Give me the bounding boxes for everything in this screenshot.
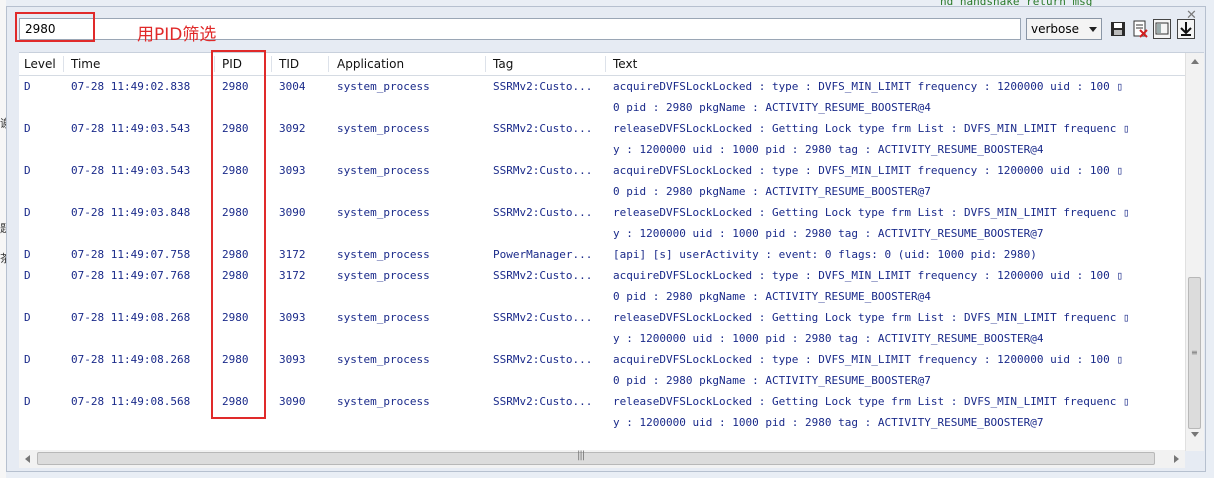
log-tid-cell: 3172 [279,269,306,282]
log-text-cell: acquireDVFSLockLocked : type : DVFS_MIN_… [613,353,1123,366]
log-level-cell: D [24,395,31,408]
log-tid-cell: 3172 [279,248,306,261]
log-text-cell: [api] [s] userActivity : event: 0 flags:… [613,248,1037,261]
log-level-select[interactable]: verbose [1026,18,1102,40]
log-text-cell: acquireDVFSLockLocked : type : DVFS_MIN_… [613,269,1123,282]
log-tag-cell: SSRMv2:Custo... [493,80,593,93]
horizontal-scroll-thumb[interactable] [37,452,1155,465]
log-application-cell: system_process [337,269,430,282]
log-text-cell: releaseDVFSLockLocked : Getting Lock typ… [613,206,1130,219]
log-tid-cell: 3093 [279,164,306,177]
clear-log-icon[interactable] [1131,19,1149,39]
log-tid-cell: 3090 [279,206,306,219]
log-application-cell: system_process [337,206,430,219]
scroll-down-icon[interactable] [1191,432,1199,437]
log-tag-cell: SSRMv2:Custo... [493,122,593,135]
log-level-cell: D [24,353,31,366]
column-header-tag[interactable]: Tag [493,57,513,71]
log-text-continuation: y : 1200000 uid : 1000 pid : 2980 tag : … [613,143,1044,156]
log-application-cell: system_process [337,248,430,261]
log-time-cell: 07-28 11:49:07.758 [71,248,191,261]
column-header-time[interactable]: Time [71,57,100,71]
scroll-lock-icon[interactable] [1177,19,1195,39]
vertical-scrollbar[interactable]: ≡ [1185,53,1204,451]
column-header-application[interactable]: Application [337,57,404,71]
log-tid-cell: 3090 [279,395,306,408]
pid-column-highlight-box [211,50,266,419]
filter-highlight-box [15,12,95,42]
log-tag-cell: SSRMv2:Custo... [493,395,593,408]
log-text-continuation: 0 pid : 2980 pkgName : ACTIVITY_RESUME_B… [613,290,931,303]
log-text-cell: releaseDVFSLockLocked : Getting Lock typ… [613,122,1130,135]
log-text-continuation: 0 pid : 2980 pkgName : ACTIVITY_RESUME_B… [613,185,931,198]
log-table: Level Time PID TID Application Tag Text … [19,52,1204,451]
chevron-down-icon [1089,27,1097,32]
log-tag-cell: SSRMv2:Custo... [493,269,593,282]
log-tag-cell: SSRMv2:Custo... [493,164,593,177]
log-application-cell: system_process [337,353,430,366]
log-level-cell: D [24,311,31,324]
log-time-cell: 07-28 11:49:03.543 [71,164,191,177]
log-application-cell: system_process [337,311,430,324]
horizontal-scrollbar[interactable]: ||| [19,450,1185,468]
log-text-continuation: y : 1200000 uid : 1000 pid : 2980 tag : … [613,416,1044,429]
log-time-cell: 07-28 11:49:03.543 [71,122,191,135]
scroll-left-icon[interactable] [25,455,30,463]
log-tid-cell: 3093 [279,311,306,324]
log-text-cell: releaseDVFSLockLocked : Getting Lock typ… [613,395,1130,408]
log-level-cell: D [24,122,31,135]
log-application-cell: system_process [337,122,430,135]
log-tag-cell: SSRMv2:Custo... [493,206,593,219]
log-text-continuation: 0 pid : 2980 pkgName : ACTIVITY_RESUME_B… [613,374,931,387]
log-tag-cell: SSRMv2:Custo... [493,311,593,324]
log-time-cell: 07-28 11:49:08.568 [71,395,191,408]
layout-toggle-icon[interactable] [1153,19,1171,39]
save-icon[interactable] [1109,19,1127,39]
log-text-cell: releaseDVFSLockLocked : Getting Lock typ… [613,311,1130,324]
log-tid-cell: 3092 [279,122,306,135]
log-application-cell: system_process [337,395,430,408]
log-time-cell: 07-28 11:49:03.848 [71,206,191,219]
column-header-level[interactable]: Level [24,57,56,71]
log-time-cell: 07-28 11:49:08.268 [71,353,191,366]
log-text-continuation: y : 1200000 uid : 1000 pid : 2980 tag : … [613,227,1044,240]
log-level-cell: D [24,80,31,93]
log-tag-cell: SSRMv2:Custo... [493,353,593,366]
log-level-cell: D [24,248,31,261]
annotation-label: 用PID筛选 [137,25,217,45]
log-level-cell: D [24,164,31,177]
column-header-tid[interactable]: TID [279,57,299,71]
table-header: Level Time PID TID Application Tag Text [19,53,1185,76]
log-tag-cell: PowerManager... [493,248,593,261]
scroll-right-icon[interactable] [1174,455,1179,463]
log-application-cell: system_process [337,80,430,93]
log-time-cell: 07-28 11:49:08.268 [71,311,191,324]
log-tid-cell: 3004 [279,80,306,93]
log-text-continuation: y : 1200000 uid : 1000 pid : 2980 tag : … [613,332,1044,345]
log-application-cell: system_process [337,164,430,177]
log-text-cell: acquireDVFSLockLocked : type : DVFS_MIN_… [613,80,1123,93]
log-tid-cell: 3093 [279,353,306,366]
log-level-cell: D [24,269,31,282]
log-text-continuation: 0 pid : 2980 pkgName : ACTIVITY_RESUME_B… [613,101,931,114]
scroll-up-icon[interactable] [1191,59,1199,64]
log-level-cell: D [24,206,31,219]
log-time-cell: 07-28 11:49:02.838 [71,80,191,93]
log-level-value: verbose [1031,22,1080,36]
column-header-text[interactable]: Text [613,57,637,71]
log-time-cell: 07-28 11:49:07.768 [71,269,191,282]
log-text-cell: acquireDVFSLockLocked : type : DVFS_MIN_… [613,164,1123,177]
